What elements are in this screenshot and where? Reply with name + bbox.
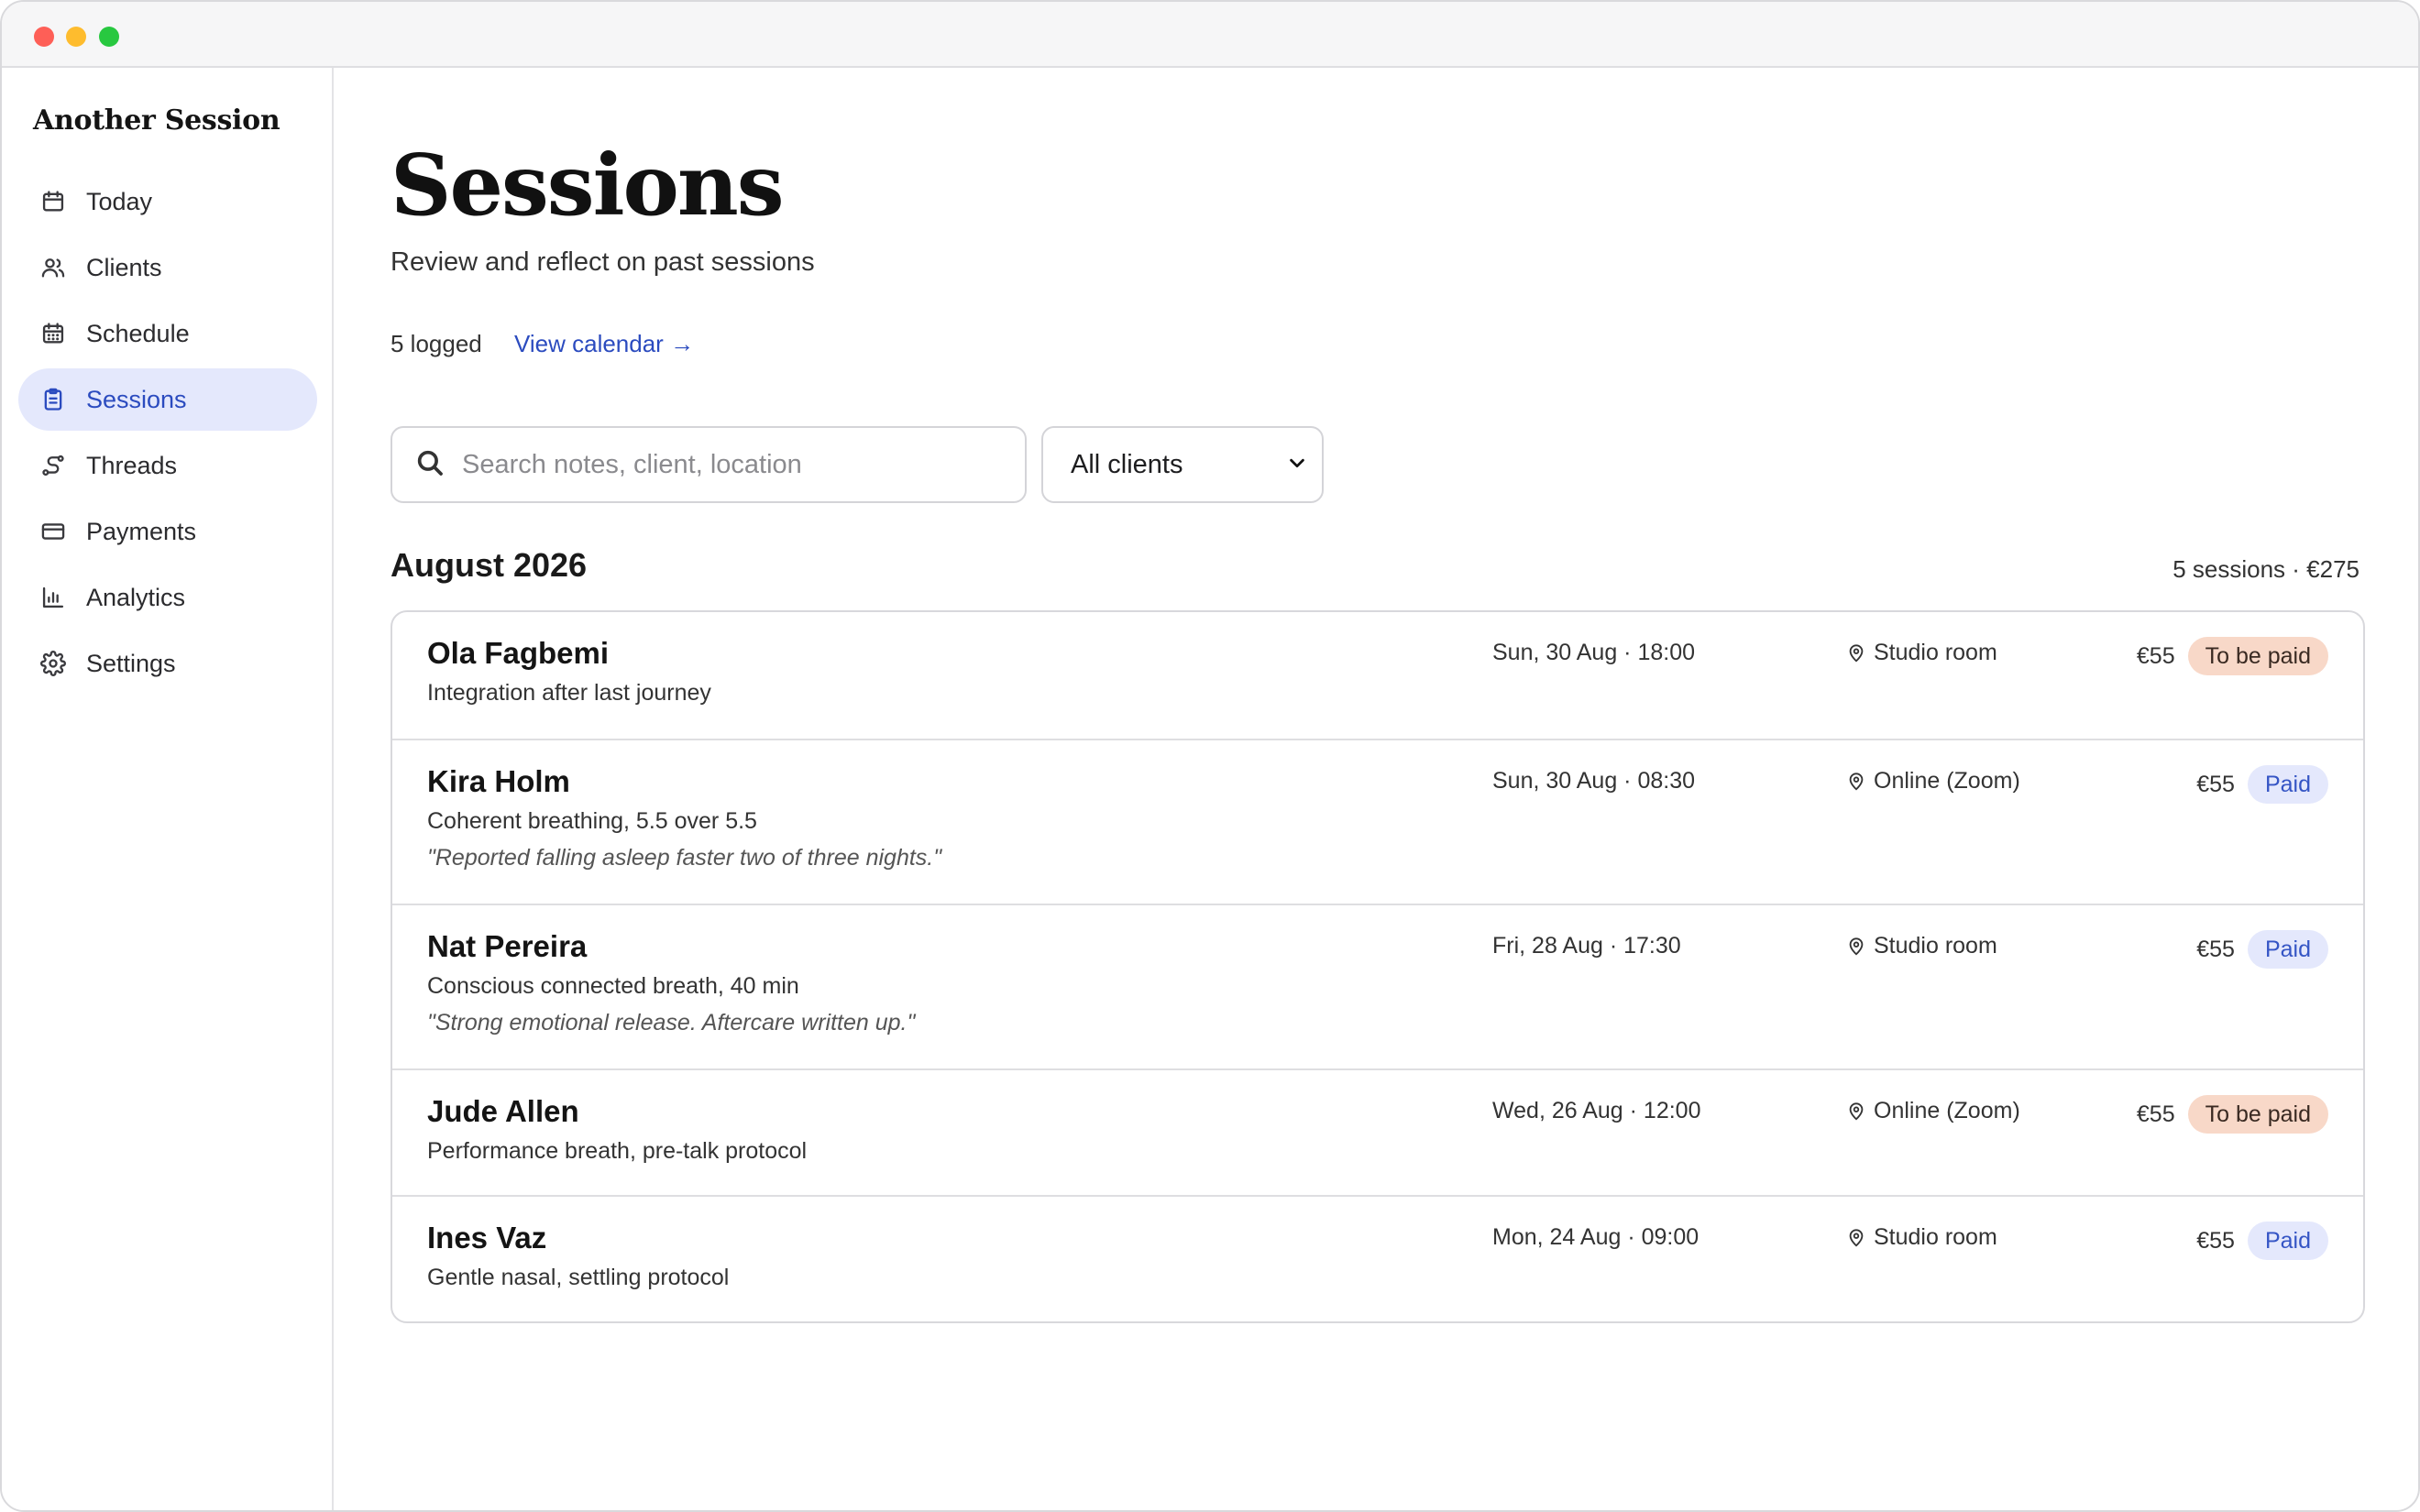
session-location: Online (Zoom)	[1846, 1098, 2020, 1124]
session-note: "Strong emotional release. Aftercare wri…	[427, 1010, 916, 1035]
search-input[interactable]	[462, 449, 1012, 480]
session-protocol: Gentle nasal, settling protocol	[427, 1265, 730, 1290]
payment-info: €55 To be paid	[2137, 1095, 2328, 1134]
status-badge: Paid	[2247, 930, 2328, 969]
session-amount: €55	[2196, 1227, 2235, 1254]
status-badge: To be paid	[2187, 637, 2328, 675]
sidebar-item-schedule[interactable]: Schedule	[18, 302, 317, 365]
month-summary: 5 sessions · €275	[2172, 555, 2360, 583]
calendar-icon	[40, 189, 66, 214]
session-row[interactable]: Ines Vaz Gentle nasal, settling protocol…	[392, 1195, 2363, 1321]
sidebar-item-label: Schedule	[86, 319, 190, 347]
session-location: Studio room	[1846, 933, 1997, 959]
sessions-list: Ola Fagbemi Integration after last journ…	[390, 610, 2365, 1323]
session-location: Studio room	[1846, 1224, 1997, 1251]
location-label: Studio room	[1874, 933, 1997, 959]
client-name: Kira Holm	[427, 764, 570, 798]
view-calendar-link[interactable]: View calendar →	[514, 330, 694, 358]
session-datetime: Fri, 28 Aug · 17:30	[1492, 933, 1681, 959]
sidebar-item-label: Threads	[86, 451, 178, 479]
session-note: "Reported falling asleep faster two of t…	[427, 845, 942, 871]
session-datetime: Sun, 30 Aug · 08:30	[1492, 768, 1696, 794]
location-pin-icon	[1849, 1228, 1864, 1246]
session-row[interactable]: Nat Pereira Conscious connected breath, …	[392, 904, 2363, 1068]
session-amount: €55	[2196, 771, 2235, 797]
main-content: Sessions Review and reflect on past sess…	[336, 68, 2418, 1510]
sidebar-item-label: Analytics	[86, 583, 186, 611]
close-window-button[interactable]	[34, 27, 54, 47]
minimize-window-button[interactable]	[66, 27, 86, 47]
status-badge: Paid	[2247, 765, 2328, 804]
session-amount: €55	[2136, 642, 2175, 669]
sidebar-item-threads[interactable]: Threads	[18, 434, 317, 497]
session-datetime: Wed, 26 Aug · 12:00	[1492, 1098, 1701, 1123]
location-label: Online (Zoom)	[1874, 768, 2020, 794]
session-location: Studio room	[1846, 640, 1997, 666]
sidebar-item-label: Payments	[86, 517, 197, 545]
session-datetime: Sun, 30 Aug · 18:00	[1492, 640, 1696, 665]
session-protocol: Integration after last journey	[427, 680, 711, 706]
bar-chart-icon	[40, 585, 66, 610]
title-bar	[2, 2, 2418, 68]
search-icon	[414, 447, 446, 483]
session-amount: €55	[2196, 936, 2235, 962]
sidebar-item-label: Settings	[86, 649, 176, 677]
sidebar-item-sessions[interactable]: Sessions	[18, 368, 317, 431]
location-pin-icon	[1849, 772, 1864, 790]
logged-count: 5 logged	[390, 330, 482, 357]
sidebar-item-clients[interactable]: Clients	[18, 236, 317, 299]
payment-info: €55 Paid	[2196, 1222, 2328, 1260]
sidebar-item-settings[interactable]: Settings	[18, 632, 317, 695]
clipboard-icon	[40, 387, 66, 412]
sidebar-item-label: Today	[86, 187, 153, 215]
client-name: Nat Pereira	[427, 929, 588, 963]
credit-card-icon	[40, 519, 66, 544]
session-row[interactable]: Kira Holm Coherent breathing, 5.5 over 5…	[392, 739, 2363, 904]
page-subtitle: Review and reflect on past sessions	[390, 247, 815, 277]
sidebar-item-label: Sessions	[86, 385, 187, 413]
search-box[interactable]	[390, 426, 1027, 503]
calendar-grid-icon	[40, 321, 66, 346]
session-row[interactable]: Ola Fagbemi Integration after last journ…	[392, 612, 2363, 739]
session-protocol: Conscious connected breath, 40 min	[427, 973, 799, 999]
session-datetime: Mon, 24 Aug · 09:00	[1492, 1224, 1700, 1250]
session-row[interactable]: Jude Allen Performance breath, pre-talk …	[392, 1068, 2363, 1195]
app-window: Another Session Today Clients Schedule S…	[0, 0, 2420, 1512]
page-title: Sessions	[390, 136, 785, 235]
location-pin-icon	[1849, 1101, 1864, 1120]
client-name: Jude Allen	[427, 1094, 579, 1128]
sidebar-item-label: Clients	[86, 253, 162, 281]
payment-info: €55 Paid	[2196, 930, 2328, 969]
app-logo-text: Another Session	[33, 104, 280, 137]
thread-icon	[40, 453, 66, 478]
session-amount: €55	[2136, 1101, 2175, 1127]
location-label: Online (Zoom)	[1874, 1098, 2020, 1123]
users-icon	[40, 255, 66, 280]
location-label: Studio room	[1874, 1224, 1997, 1250]
status-badge: To be paid	[2187, 1095, 2328, 1134]
sidebar-item-today[interactable]: Today	[18, 170, 317, 233]
location-pin-icon	[1849, 937, 1864, 955]
client-name: Ola Fagbemi	[427, 636, 610, 670]
month-heading: August 2026	[390, 546, 588, 584]
client-filter-select[interactable]: All clients	[1041, 426, 1324, 503]
sidebar: Another Session Today Clients Schedule S…	[2, 68, 334, 1510]
location-pin-icon	[1849, 643, 1864, 662]
session-protocol: Performance breath, pre-talk protocol	[427, 1138, 808, 1164]
client-name: Ines Vaz	[427, 1221, 547, 1255]
session-protocol: Coherent breathing, 5.5 over 5.5	[427, 808, 757, 834]
status-badge: Paid	[2247, 1222, 2328, 1260]
session-location: Online (Zoom)	[1846, 768, 2020, 794]
sidebar-item-analytics[interactable]: Analytics	[18, 566, 317, 629]
sidebar-item-payments[interactable]: Payments	[18, 500, 317, 563]
location-label: Studio room	[1874, 640, 1997, 665]
payment-info: €55 Paid	[2196, 765, 2328, 804]
payment-info: €55 To be paid	[2137, 637, 2328, 675]
gear-icon	[40, 651, 66, 676]
chevron-down-icon	[1287, 450, 1307, 480]
client-filter-value: All clients	[1071, 449, 1183, 479]
zoom-window-button[interactable]	[99, 27, 119, 47]
